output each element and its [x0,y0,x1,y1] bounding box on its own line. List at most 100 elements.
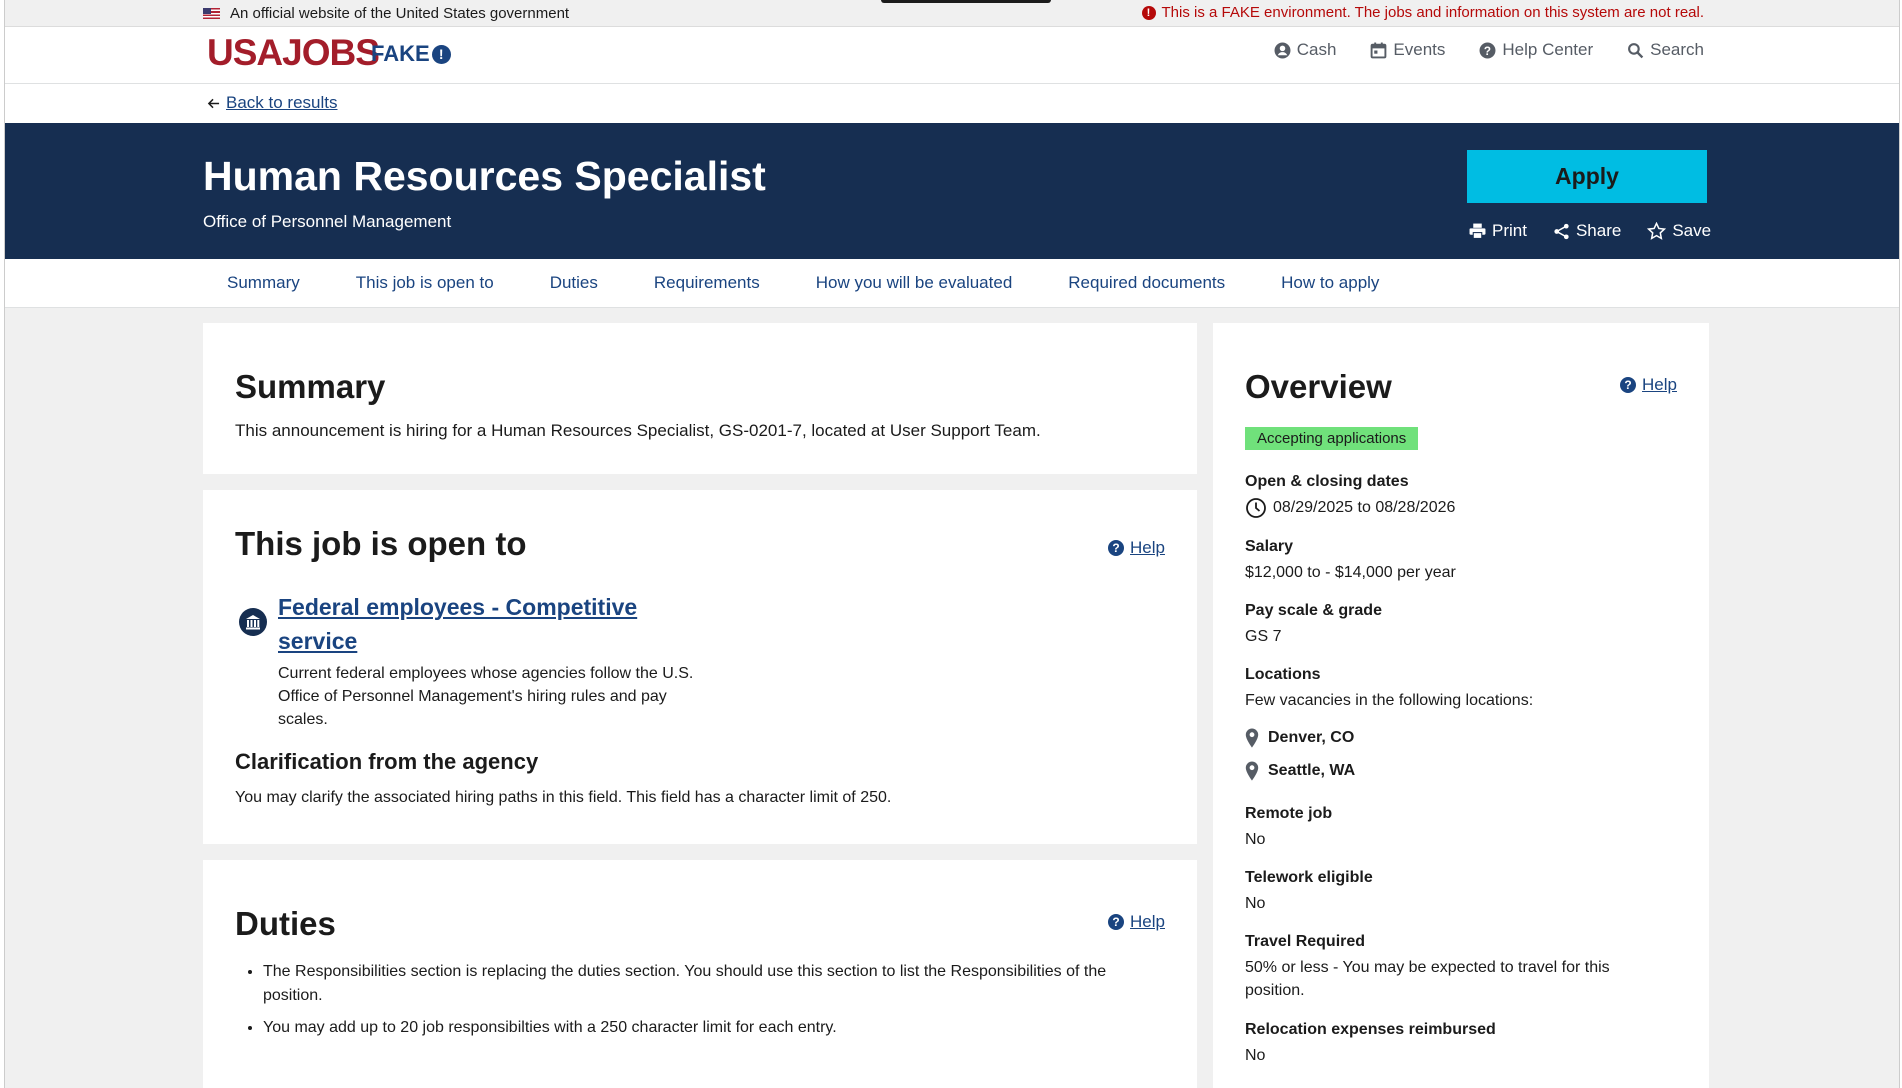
salary-label: Salary [1245,538,1294,555]
window-notch [881,0,1051,3]
clarification-heading: Clarification from the agency [235,749,539,774]
location-item: Seattle, WA [1245,761,1355,781]
tab-summary[interactable]: Summary [227,273,300,293]
location-name: Denver, CO [1268,729,1355,746]
share-icon [1554,223,1569,239]
help-icon: ? [1479,42,1496,58]
tab-duties[interactable]: Duties [550,273,598,293]
apply-button[interactable]: Apply [1467,150,1707,203]
overview-heading: Overview [1245,368,1392,405]
relocation-label: Relocation expenses reimbursed [1245,1021,1496,1038]
fake-label-text: FAKE [371,41,430,66]
gov-banner: An official website of the United States… [5,0,1899,27]
dates-label: Open & closing dates [1245,473,1409,490]
nav-events-label: Events [1393,40,1446,59]
help-label: Help [1130,912,1165,931]
telework-value: No [1245,895,1266,912]
print-icon [1469,223,1486,239]
help-icon: ? [1620,377,1637,393]
location-name: Seattle, WA [1268,762,1356,779]
nav-search[interactable]: Search [1627,40,1704,60]
fake-warning: ! This is a FAKE environment. The jobs a… [1141,4,1704,21]
grade-label: Pay scale & grade [1245,602,1382,619]
official-text: An official website of the United States… [230,5,570,22]
map-pin-icon [1245,761,1259,781]
site-header: USAJOBS FAKE ! Cash Events ? Help Center… [5,27,1899,84]
fake-label: FAKE ! [371,41,451,67]
header-nav: Cash Events ? Help Center Search [1274,40,1704,60]
job-hero: Human Resources Specialist Office of Per… [5,123,1899,259]
star-icon [1647,222,1667,240]
nav-events[interactable]: Events [1370,40,1445,60]
nav-help-center[interactable]: ? Help Center [1479,40,1593,60]
tab-open-to[interactable]: This job is open to [356,273,494,293]
dates-row: 08/29/2025 to 08/28/2026 [1245,496,1455,519]
travel-value: 50% or less - You may be expected to tra… [1245,959,1610,999]
nav-search-label: Search [1650,40,1704,59]
clock-icon [1246,497,1266,518]
duty-item: The Responsibilities section is replacin… [263,960,1163,1008]
help-label: Help [1130,538,1165,557]
share-button[interactable]: Share [1553,221,1621,241]
map-pin-icon [1245,728,1259,748]
open-to-help-link[interactable]: ? Help [1108,538,1165,558]
duties-card: Duties ? Help The Responsibilities secti… [203,860,1197,1088]
usajobs-logo[interactable]: USAJOBS [207,32,380,74]
hiring-path-link[interactable]: Federal employees - Competitive service [278,590,658,658]
remote-value: No [1245,831,1266,848]
help-icon: ? [1108,540,1125,556]
status-badge: Accepting applications [1245,427,1419,450]
location-item: Denver, CO [1245,728,1354,748]
duties-heading: Duties [235,905,336,942]
us-flag-icon [203,8,220,19]
locations-label: Locations [1245,666,1321,683]
hiring-path-description: Current federal employees whose agencies… [278,665,694,728]
back-bar: Back to results [5,84,1899,123]
tab-requirements[interactable]: Requirements [654,273,760,293]
print-button[interactable]: Print [1469,221,1527,241]
svg-text:?: ? [1484,44,1491,57]
back-link[interactable]: Back to results [226,93,338,113]
remote-label: Remote job [1245,805,1333,822]
search-icon [1628,42,1644,58]
nav-help-label: Help Center [1502,40,1594,59]
federal-building-icon [239,608,267,636]
clarification-text: You may clarify the associated hiring pa… [235,789,892,806]
save-button[interactable]: Save [1647,221,1711,241]
fake-warning-text: This is a FAKE environment. The jobs and… [1161,4,1704,21]
duty-item: You may add up to 20 job responsibilties… [263,1016,1163,1040]
nav-cash-label: Cash [1296,40,1337,59]
overview-card: Overview ? Help Accepting applications O… [1213,323,1709,1088]
back-to-results[interactable]: Back to results [207,93,338,113]
calendar-icon [1371,42,1387,58]
salary-value: $12,000 to - $14,000 per year [1245,564,1456,581]
tab-how-to-apply[interactable]: How to apply [1281,273,1379,293]
open-to-card: This job is open to ? Help Federal emplo… [203,490,1197,844]
summary-card: Summary This announcement is hiring for … [203,323,1197,474]
help-icon: ? [1108,914,1125,930]
arrow-left-icon [207,98,220,108]
job-title: Human Resources Specialist [203,153,766,199]
telework-label: Telework eligible [1245,869,1373,886]
section-tabs: Summary This job is open to Duties Requi… [5,259,1899,308]
travel-label: Travel Required [1245,933,1366,950]
tab-required-documents[interactable]: Required documents [1068,273,1225,293]
nav-cash[interactable]: Cash [1274,40,1337,60]
print-label: Print [1492,221,1527,240]
dates-value: 08/29/2025 to 08/28/2026 [1273,499,1456,516]
open-to-heading: This job is open to [235,525,527,562]
save-label: Save [1672,221,1712,240]
help-label: Help [1642,375,1677,394]
summary-text: This announcement is hiring for a Human … [235,421,1041,440]
overview-help-link[interactable]: ? Help [1620,375,1677,395]
locations-text: Few vacancies in the following locations… [1245,692,1534,709]
grade-value: GS 7 [1245,628,1282,645]
duties-list: The Responsibilities section is replacin… [233,960,1163,1048]
hero-actions: Print Share Save [1469,221,1711,241]
duties-help-link[interactable]: ? Help [1108,912,1165,932]
agency-name: Office of Personnel Management [203,212,452,231]
alert-icon: ! [1141,5,1156,20]
share-label: Share [1575,221,1622,240]
relocation-value: No [1245,1047,1266,1064]
tab-evaluation[interactable]: How you will be evaluated [816,273,1013,293]
